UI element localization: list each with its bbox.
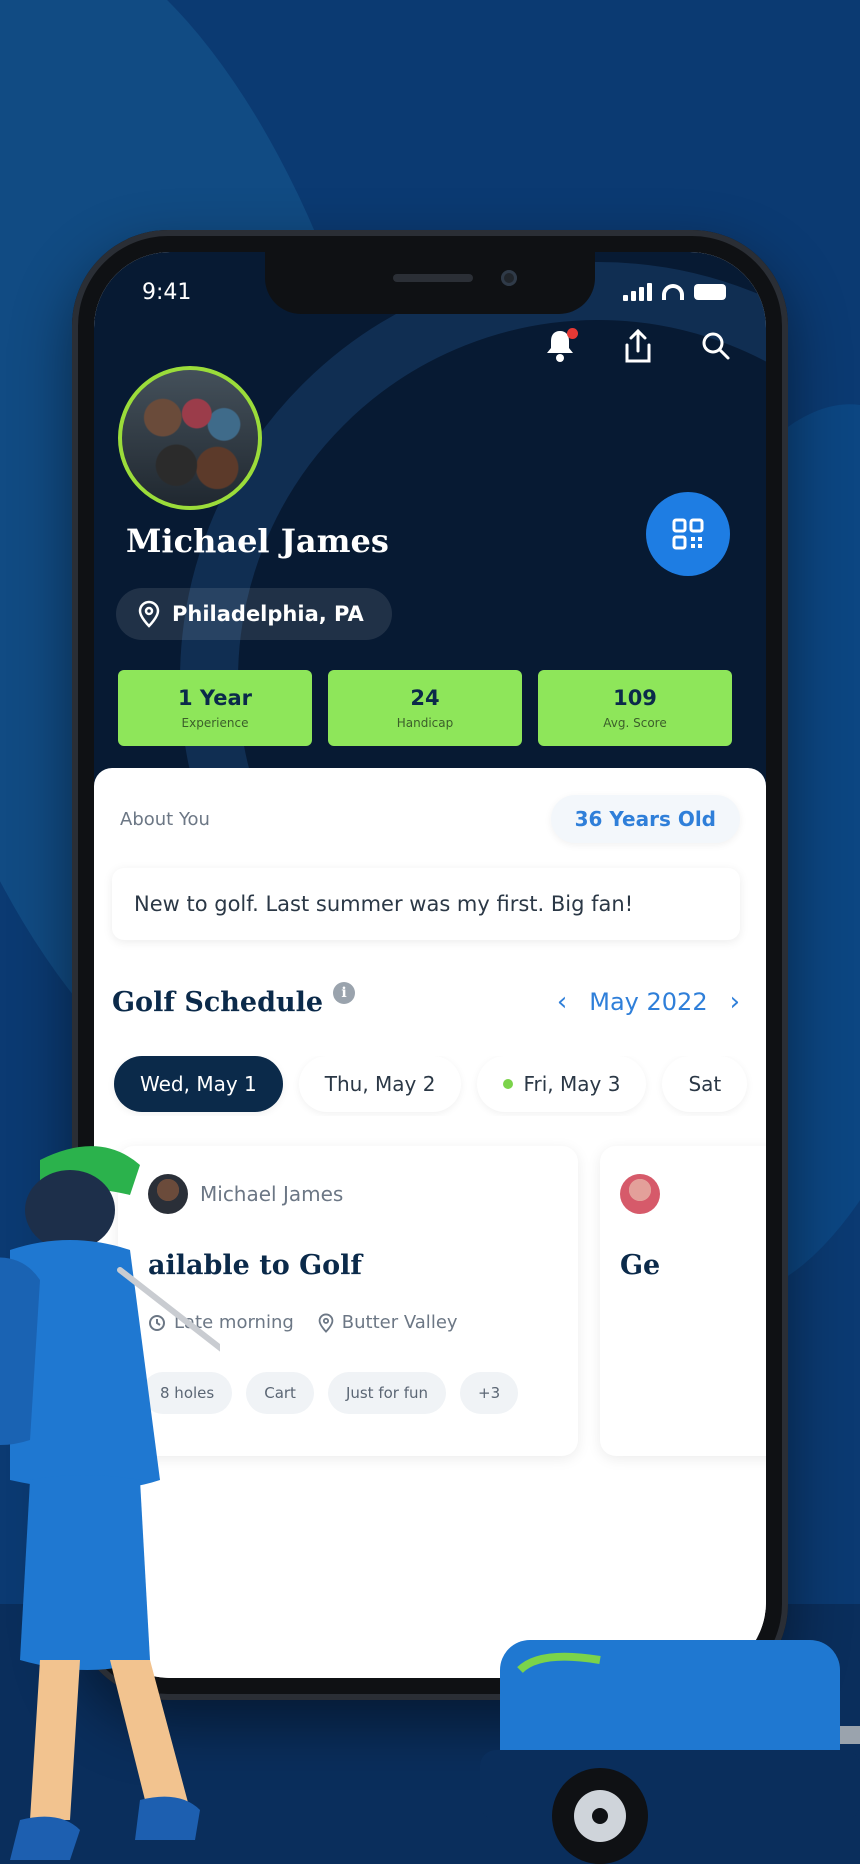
stats-row: 1 Year Experience 24 Handicap 109 Avg. S… — [118, 670, 732, 746]
about-row: About You 36 Years Old — [120, 794, 740, 844]
chevron-right-icon[interactable]: › — [730, 987, 740, 1017]
card-place-text: Butter Valley — [341, 1312, 458, 1333]
qr-code-icon — [672, 518, 704, 550]
status-icons — [623, 283, 726, 301]
tag: Cart — [246, 1372, 314, 1414]
location-text: Philadelphia, PA — [172, 602, 364, 626]
host-name: Michael James — [200, 1182, 344, 1206]
day-label: Wed, May 1 — [140, 1072, 257, 1096]
day-chip-sat[interactable]: Sat — [662, 1056, 748, 1112]
schedule-title-wrap: Golf Schedule i — [112, 982, 356, 1018]
stat-label: Handicap — [396, 716, 454, 730]
schedule-card-next[interactable]: Ge — [600, 1146, 766, 1456]
stat-label: Avg. Score — [603, 716, 667, 730]
stat-handicap: 24 Handicap — [328, 670, 522, 746]
schedule-header: Golf Schedule i ‹ May 2022 › — [112, 978, 740, 1026]
schedule-title: Golf Schedule — [112, 986, 324, 1018]
day-selector: Wed, May 1 Thu, May 2 Fri, May 3 Sat — [94, 1056, 766, 1116]
card-title: Ge — [620, 1250, 661, 1281]
stat-experience: 1 Year Experience — [118, 670, 312, 746]
host-avatar — [620, 1174, 660, 1214]
status-time: 9:41 — [142, 279, 192, 305]
month-nav: ‹ May 2022 › — [557, 987, 740, 1017]
day-chip-fri[interactable]: Fri, May 3 — [477, 1056, 647, 1112]
avatar[interactable] — [118, 366, 262, 510]
map-pin-icon — [318, 1313, 334, 1333]
month-label: May 2022 — [589, 988, 708, 1016]
location-chip: Philadelphia, PA — [116, 588, 392, 640]
bell-icon[interactable] — [540, 326, 580, 366]
map-pin-icon — [138, 600, 160, 628]
day-chip-wed[interactable]: Wed, May 1 — [114, 1056, 283, 1112]
day-chip-thu[interactable]: Thu, May 2 — [298, 1056, 462, 1112]
signal-icon — [623, 283, 652, 301]
stat-label: Experience — [181, 716, 249, 730]
golf-cart-illustration — [480, 1640, 860, 1864]
chevron-left-icon[interactable]: ‹ — [557, 987, 567, 1017]
stat-value: 24 — [410, 686, 440, 710]
availability-dot — [503, 1079, 514, 1089]
wifi-icon — [662, 284, 684, 300]
status-bar: 9:41 — [142, 272, 726, 312]
about-label: About You — [120, 808, 210, 830]
day-label: Sat — [688, 1072, 722, 1096]
tag-more[interactable]: +3 — [460, 1372, 519, 1414]
search-icon[interactable] — [696, 326, 736, 366]
stat-value: 109 — [613, 686, 657, 710]
profile-name: Michael James — [126, 522, 389, 560]
card-place: Butter Valley — [318, 1312, 458, 1333]
golfer-illustration — [0, 1146, 220, 1860]
day-label: Thu, May 2 — [324, 1072, 436, 1096]
share-icon[interactable] — [618, 326, 658, 366]
notification-dot — [567, 328, 578, 339]
stat-value: 1 Year — [178, 686, 252, 710]
qr-code-button[interactable] — [646, 492, 730, 576]
bio-text: New to golf. Last summer was my first. B… — [112, 868, 740, 940]
top-actions — [540, 326, 736, 366]
tag: Just for fun — [327, 1372, 447, 1414]
battery-icon — [694, 284, 726, 300]
age-badge: 36 Years Old — [550, 795, 740, 843]
day-label: Fri, May 3 — [523, 1072, 621, 1096]
stat-avg-score: 109 Avg. Score — [538, 670, 732, 746]
info-icon[interactable]: i — [333, 982, 356, 1004]
